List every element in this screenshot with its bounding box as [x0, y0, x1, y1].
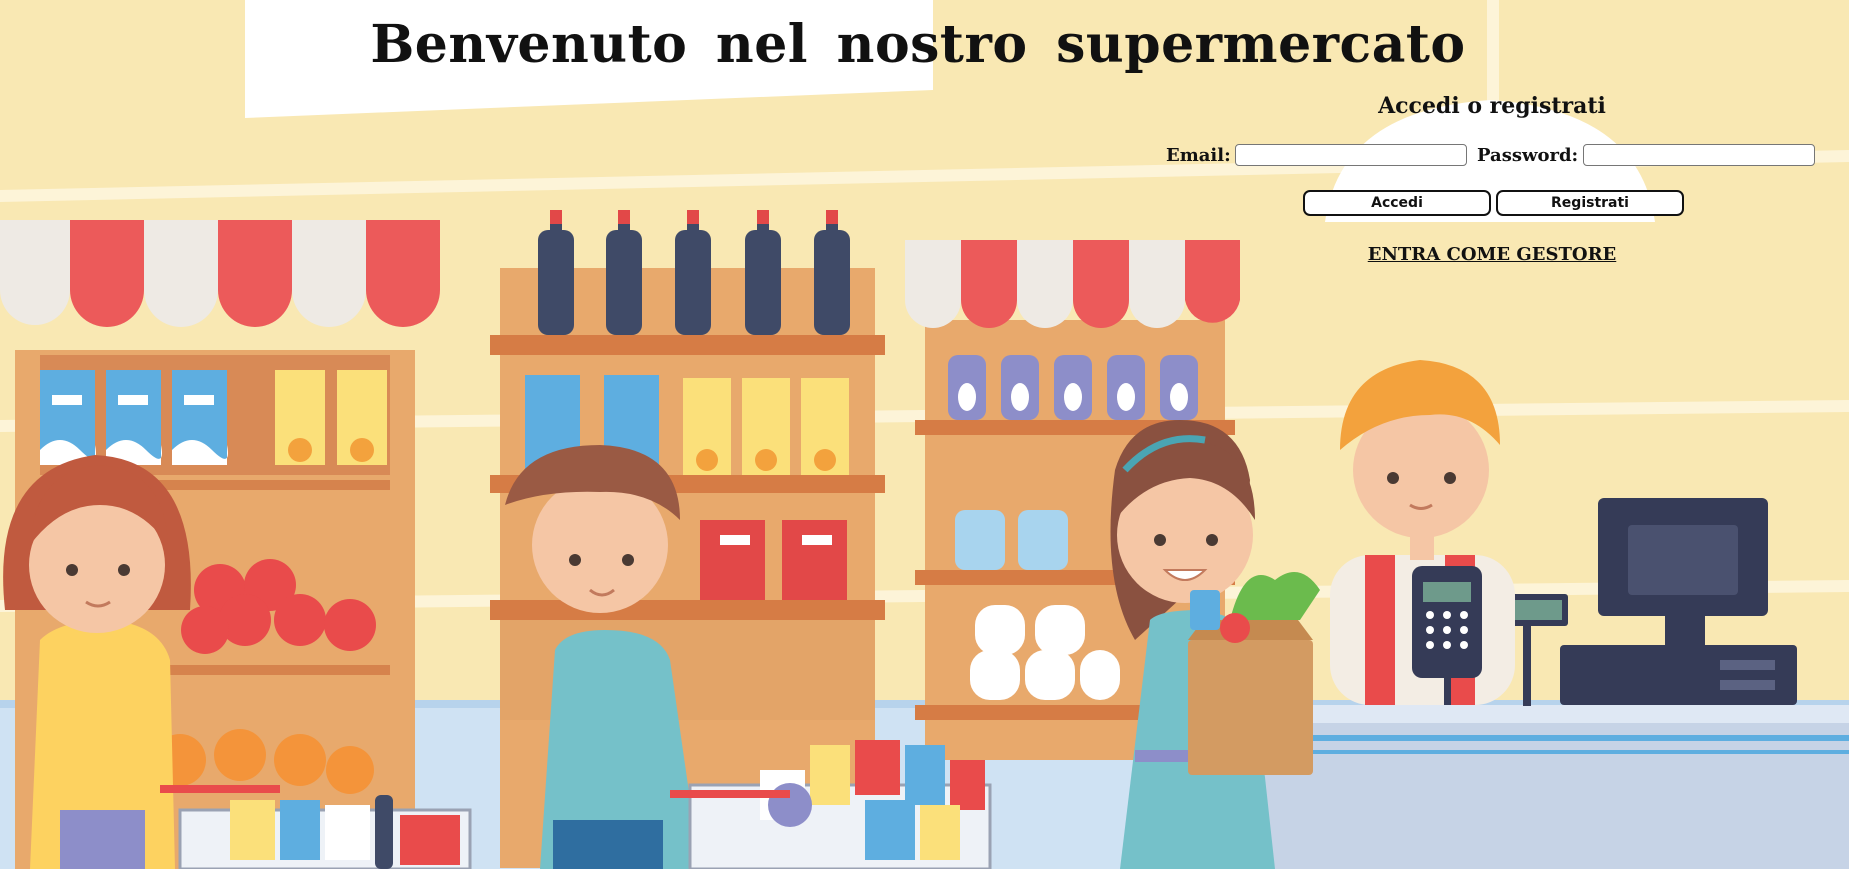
- password-label: Password:: [1477, 145, 1579, 166]
- email-field[interactable]: [1235, 144, 1467, 166]
- manager-login-link[interactable]: ENTRA COME GESTORE: [1292, 244, 1692, 265]
- login-heading: Accedi o registrati: [1378, 93, 1606, 119]
- page-title: Benvenuto nel nostro supermercato: [370, 14, 1466, 75]
- supermarket-illustration: [0, 0, 1849, 869]
- register-button[interactable]: Registrati: [1496, 190, 1684, 216]
- login-button[interactable]: Accedi: [1303, 190, 1491, 216]
- password-field[interactable]: [1583, 144, 1815, 166]
- email-label: Email:: [1166, 145, 1231, 166]
